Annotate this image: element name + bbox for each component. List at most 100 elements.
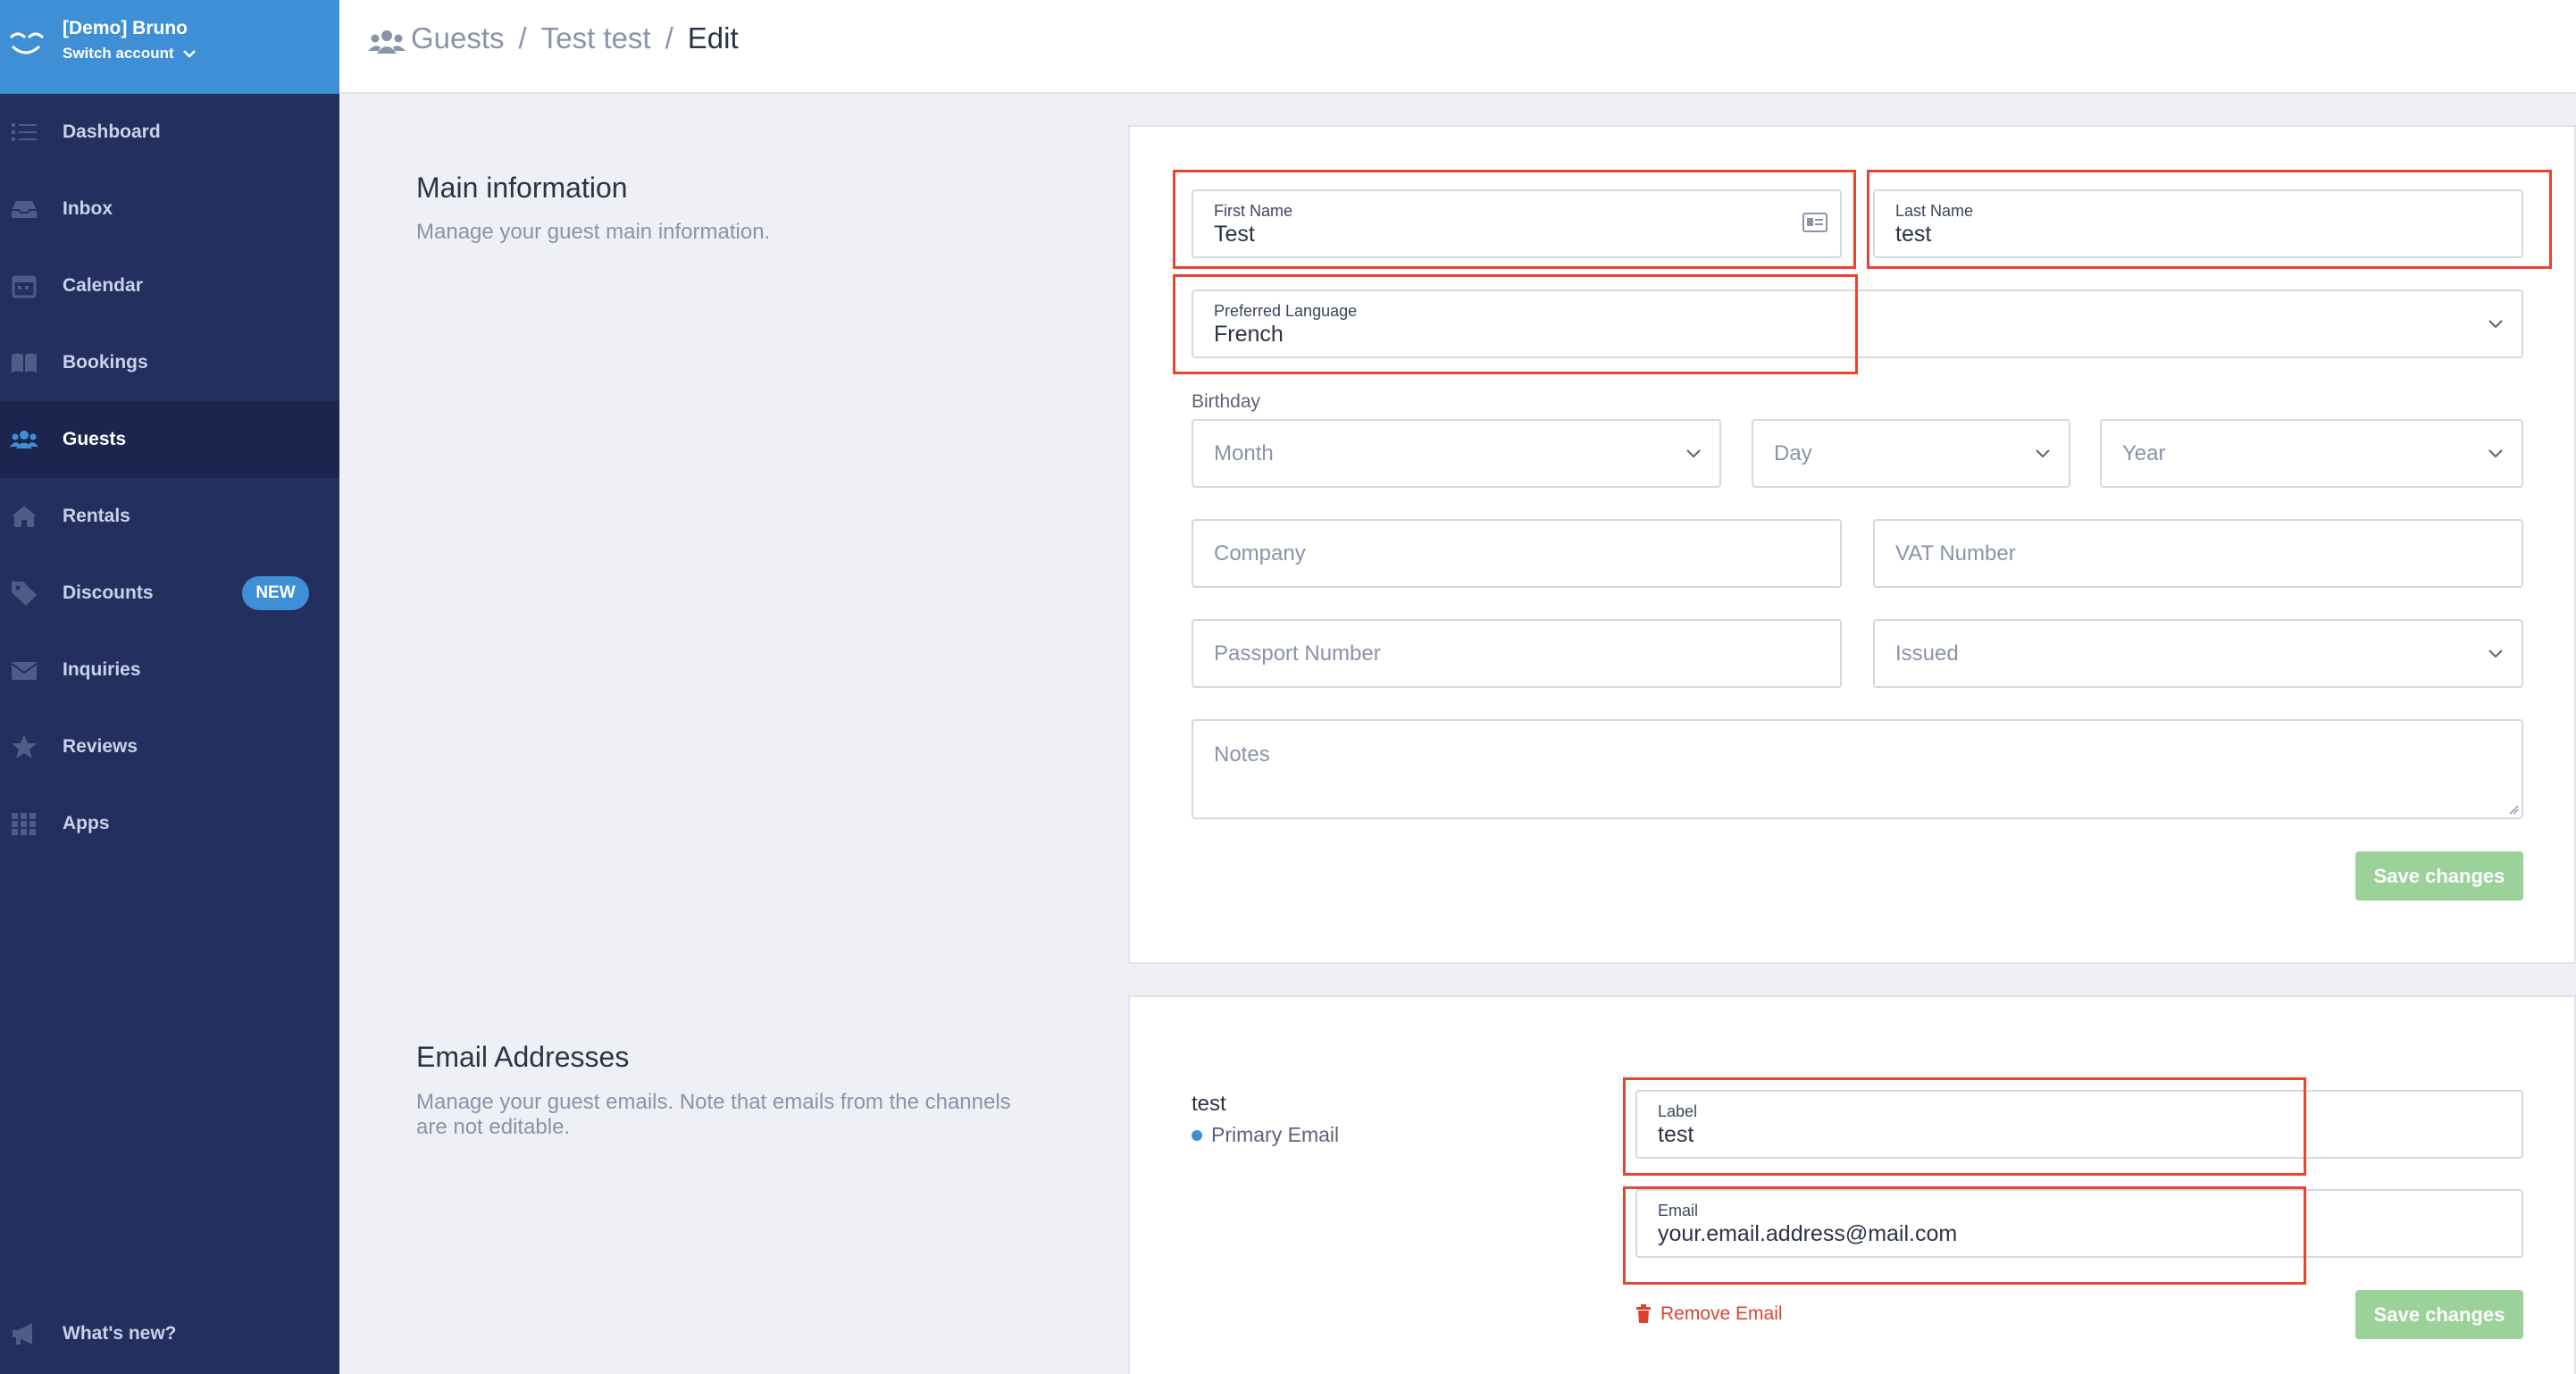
breadcrumb-guests[interactable]: Guests [411, 21, 505, 55]
last-name-field[interactable]: Last Name test [1873, 189, 2523, 258]
email-label-field[interactable]: Label test [1635, 1090, 2523, 1159]
list-icon [12, 123, 37, 141]
emails-description-line1: Manage your guest emails. Note that emai… [416, 1090, 1011, 1114]
chevron-down-icon [1686, 448, 1701, 457]
passport-placeholder: Passport Number [1214, 641, 1381, 666]
birthday-label: Birthday [1192, 391, 1261, 412]
passport-number-input[interactable]: Passport Number [1192, 619, 1842, 688]
chevron-down-icon [2488, 319, 2503, 328]
breadcrumb-current: Edit [687, 21, 739, 54]
birthday-day-select[interactable]: Day [1752, 419, 2070, 488]
topbar: Guests / Test test / Edit [339, 0, 2576, 94]
sidebar-item-label: Dashboard [63, 121, 161, 142]
grid-icon [12, 813, 36, 835]
month-placeholder: Month [1214, 440, 1274, 465]
trash-icon [1636, 1304, 1651, 1323]
main-info-title: Main information [416, 172, 628, 204]
breadcrumb-separator: / [518, 21, 527, 54]
birthday-year-select[interactable]: Year [2100, 419, 2523, 488]
save-main-info-button[interactable]: Save changes [2355, 851, 2523, 901]
breadcrumb-separator: / [665, 21, 673, 54]
sidebar-item-label: Calendar [63, 275, 143, 296]
switch-account[interactable]: Switch account [63, 45, 196, 63]
preferred-language-label: Preferred Language [1214, 302, 1358, 320]
resize-handle-icon[interactable] [2508, 804, 2519, 815]
vat-placeholder: VAT Number [1895, 540, 2016, 566]
sidebar-item-rentals[interactable]: Rentals [0, 478, 339, 555]
sidebar-item-label: Inquiries [63, 659, 141, 680]
sidebar-item-dashboard[interactable]: Dashboard [0, 94, 339, 171]
breadcrumb: Guests / Test test / Edit [411, 21, 739, 55]
last-name-value: test [1895, 222, 1932, 247]
emails-title: Email Addresses [416, 1041, 630, 1073]
users-icon [368, 30, 406, 54]
email-address-field[interactable]: Email your.email.address@mail.com [1635, 1189, 2523, 1258]
save-emails-button[interactable]: Save changes [2355, 1290, 2523, 1339]
smile-logo-icon [9, 32, 45, 54]
preferred-language-value: French [1214, 322, 1284, 347]
company-placeholder: Company [1214, 540, 1306, 566]
chevron-down-icon [182, 50, 196, 58]
year-placeholder: Year [2122, 440, 2166, 465]
star-icon [12, 734, 37, 758]
first-name-label: First Name [1214, 202, 1293, 220]
last-name-label: Last Name [1895, 202, 1974, 220]
chevron-down-icon [2488, 649, 2503, 658]
emails-description-line2: are not editable. [416, 1115, 571, 1139]
new-badge: NEW [242, 576, 309, 610]
issued-placeholder: Issued [1895, 641, 1959, 666]
emails-description: Manage your guest emails. Note that emai… [416, 1090, 1011, 1140]
first-name-value: Test [1214, 222, 1255, 247]
sidebar-item-reviews[interactable]: Reviews [0, 708, 339, 785]
primary-email-indicator: Primary Email [1192, 1123, 1339, 1147]
notes-placeholder: Notes [1214, 742, 1270, 767]
day-placeholder: Day [1774, 440, 1812, 465]
first-name-field[interactable]: First Name Test [1192, 189, 1842, 258]
whats-new-label: What's new? [63, 1323, 177, 1344]
preferred-language-select[interactable]: Preferred Language French [1192, 289, 2523, 358]
chevron-down-icon [2036, 448, 2050, 457]
sidebar-item-label: Guests [63, 429, 127, 449]
email-label-value: test [1658, 1122, 1694, 1147]
sidebar-item-label: Reviews [63, 736, 138, 757]
sidebar-item-discounts[interactable]: Discounts NEW [0, 555, 339, 632]
remove-email-button[interactable]: Remove Email [1635, 1303, 1783, 1325]
users-icon [10, 431, 38, 448]
sidebar: [Demo] Bruno Switch account Dashboard In… [0, 0, 339, 1374]
sidebar-nav: Dashboard Inbox Calendar Bookings Guests… [0, 94, 339, 862]
remove-email-label: Remove Email [1660, 1303, 1783, 1324]
account-switcher[interactable]: [Demo] Bruno Switch account [0, 0, 339, 94]
chevron-down-icon [2488, 448, 2503, 457]
primary-dot-icon [1192, 1129, 1202, 1141]
sidebar-item-calendar[interactable]: Calendar [0, 247, 339, 324]
vat-number-input[interactable]: VAT Number [1873, 519, 2523, 588]
company-input[interactable]: Company [1192, 519, 1842, 588]
home-icon [12, 506, 37, 527]
sidebar-item-label: Bookings [63, 352, 148, 373]
email-address-label: Email [1658, 1202, 1699, 1219]
account-name: [Demo] Bruno [63, 18, 188, 38]
book-icon [12, 353, 37, 373]
issued-select[interactable]: Issued [1873, 619, 2523, 688]
sidebar-item-inbox[interactable]: Inbox [0, 171, 339, 247]
tag-icon [12, 582, 37, 606]
calendar-icon [12, 275, 37, 298]
sidebar-item-label: Discounts [63, 582, 154, 603]
envelope-icon [11, 662, 38, 680]
primary-email-label: Primary Email [1211, 1123, 1340, 1146]
sidebar-item-inquiries[interactable]: Inquiries [0, 632, 339, 708]
breadcrumb-guest-name[interactable]: Test test [541, 21, 651, 55]
switch-account-label: Switch account [63, 45, 174, 62]
sidebar-item-label: Rentals [63, 506, 130, 526]
sidebar-item-label: Apps [63, 813, 110, 834]
sidebar-item-apps[interactable]: Apps [0, 785, 339, 862]
sidebar-item-label: Inbox [63, 198, 113, 219]
main-info-description: Manage your guest main information. [416, 220, 771, 244]
birthday-month-select[interactable]: Month [1192, 419, 1721, 488]
sidebar-item-guests[interactable]: Guests [0, 401, 339, 478]
notes-textarea[interactable]: Notes [1192, 719, 2523, 819]
sidebar-item-bookings[interactable]: Bookings [0, 324, 339, 401]
megaphone-icon [13, 1323, 32, 1345]
whats-new-link[interactable]: What's new? [0, 1295, 339, 1372]
email-entry-name: test [1192, 1092, 1226, 1116]
